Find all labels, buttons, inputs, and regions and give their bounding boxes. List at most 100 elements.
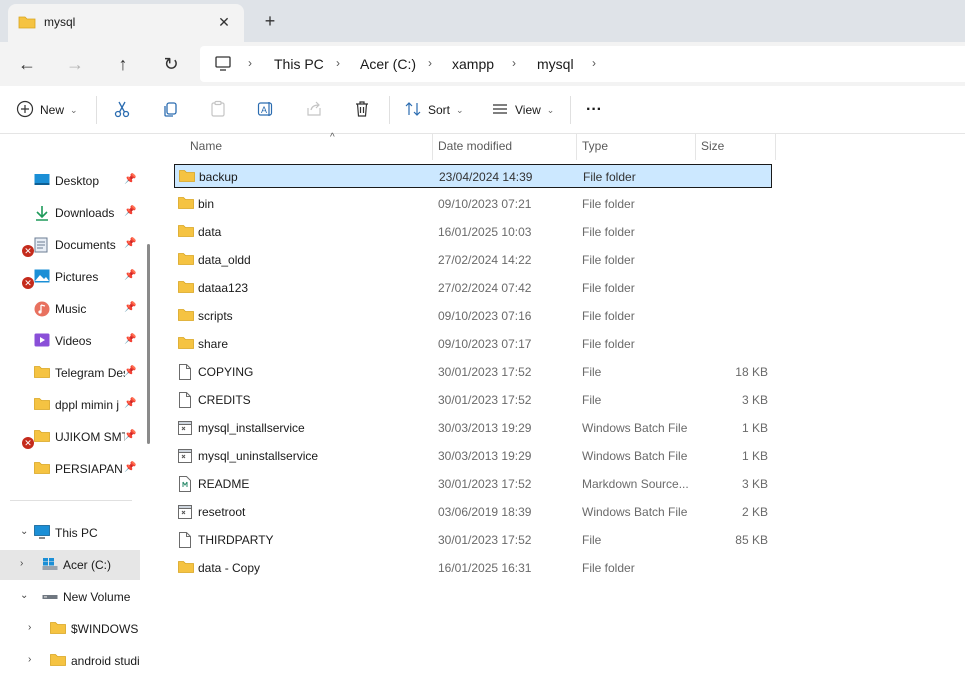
sidebar-item-label: UJIKOM SMT xyxy=(55,430,125,444)
sort-ascending-icon: ^ xyxy=(330,132,335,143)
sidebar-item-dppl-mimin[interactable]: dppl mimin j 📌 xyxy=(0,390,140,420)
sidebar-item-telegram-desktop[interactable]: Telegram Desktop 📌 xyxy=(0,358,140,388)
chevron-down-icon: ⌄ xyxy=(70,104,78,115)
breadcrumb-xampp[interactable]: xampp xyxy=(452,56,494,72)
file-date-modified: 09/10/2023 07:21 xyxy=(438,197,532,211)
breadcrumb-separator: › xyxy=(248,56,252,70)
file-date-modified: 30/01/2023 17:52 xyxy=(438,365,532,379)
file-size: 1 KB xyxy=(741,421,768,435)
sidebar-item-persiapan[interactable]: PERSIAPAN U 📌 xyxy=(0,454,140,484)
file-row-resetroot[interactable]: resetroot 03/06/2019 18:39 Windows Batch F… xyxy=(174,500,772,524)
rename-button[interactable]: A xyxy=(257,98,275,122)
file-date-modified: 30/03/2013 19:29 xyxy=(438,449,532,463)
file-row-mysql-installservice[interactable]: mysql_installservice 30/03/2013 19:29 Wind… xyxy=(174,416,772,440)
pin-icon: 📌 xyxy=(124,366,137,377)
sidebar-item-label: PERSIAPAN U xyxy=(55,462,125,476)
sidebar-item-pictures[interactable]: ✕ Pictures 📌 xyxy=(0,262,140,292)
file-size: 3 KB xyxy=(741,477,768,491)
file-row-bin[interactable]: bin 09/10/2023 07:21 File folder xyxy=(174,192,772,216)
sidebar-item-desktop[interactable]: Desktop 📌 xyxy=(0,166,140,196)
file-row-data[interactable]: data 16/01/2025 10:03 File folder xyxy=(174,220,772,244)
delete-button[interactable] xyxy=(353,98,371,122)
sidebar-item-downloads[interactable]: Downloads 📌 xyxy=(0,198,140,228)
file-row-backup[interactable]: backup 23/04/2024 14:39 File folder xyxy=(174,164,772,188)
file-size: 18 KB xyxy=(735,365,768,379)
copy-icon xyxy=(161,100,179,121)
column-header-size[interactable]: Size xyxy=(695,134,775,160)
file-name: resetroot xyxy=(198,505,246,519)
drive-icon xyxy=(42,589,58,606)
breadcrumb-acer-c[interactable]: Acer (C:) xyxy=(360,56,416,72)
file-name: CREDITS xyxy=(198,393,251,407)
sidebar-item-music[interactable]: Music 📌 xyxy=(0,294,140,324)
new-label: New xyxy=(40,103,65,117)
sidebar-item-label: Desktop xyxy=(55,174,100,188)
forward-button[interactable]: → xyxy=(61,50,89,78)
new-button[interactable]: New ⌄ xyxy=(16,98,78,122)
file-row-readme[interactable]: README 30/01/2023 17:52 Markdown Source...… xyxy=(174,472,772,496)
tab-mysql[interactable]: mysql ✕ xyxy=(8,4,244,42)
refresh-button[interactable]: ↻ xyxy=(157,50,185,78)
file-row-data-copy[interactable]: data - Copy 16/01/2025 16:31 File folder xyxy=(174,556,772,580)
sidebar-item-android-studio[interactable]: › android studio xyxy=(0,646,140,676)
close-tab-icon[interactable]: ✕ xyxy=(214,12,234,32)
new-tab-button[interactable]: + xyxy=(260,11,280,31)
column-header-label: Type xyxy=(582,139,609,153)
column-header-label: Name xyxy=(190,139,223,153)
file-name: dataa123 xyxy=(198,281,249,295)
file-row-data-oldd[interactable]: data_oldd 27/02/2024 14:22 File folder xyxy=(174,248,772,272)
column-header-label: Size xyxy=(701,139,725,153)
paste-button[interactable] xyxy=(209,98,227,122)
file-row-copying[interactable]: COPYING 30/01/2023 17:52 File 18 KB xyxy=(174,360,772,384)
file-name: bin xyxy=(198,197,215,211)
error-icon: ✕ xyxy=(22,277,34,289)
file-row-thirdparty[interactable]: THIRDPARTY 30/01/2023 17:52 File 85 KB xyxy=(174,528,772,552)
trash-icon xyxy=(353,100,371,121)
sidebar-item-this-pc[interactable]: ⌄ This PC xyxy=(0,518,140,548)
address-bar[interactable]: › This PC › Acer (C:) › xampp › mysql › xyxy=(200,46,965,82)
file-row-scripts[interactable]: scripts 09/10/2023 07:16 File folder xyxy=(174,304,772,328)
file-row-mysql-uninstallservice[interactable]: mysql_uninstallservice 30/03/2013 19:29 Wi… xyxy=(174,444,772,468)
sidebar-item-new-volume[interactable]: ⌄ New Volume (D:) xyxy=(0,582,140,612)
breadcrumb-separator: › xyxy=(512,56,516,70)
folder-icon xyxy=(178,308,194,324)
sort-button[interactable]: Sort ⌄ xyxy=(404,98,464,122)
sidebar-item-ujikom-smt[interactable]: ✕ UJIKOM SMT 📌 xyxy=(0,422,140,452)
sidebar-item-documents[interactable]: ✕ Documents 📌 xyxy=(0,230,140,260)
folder-icon xyxy=(178,196,194,212)
file-size: 85 KB xyxy=(735,533,768,547)
chevron-down-icon: ⌄ xyxy=(456,104,464,115)
file-name: scripts xyxy=(198,309,233,323)
sidebar-item-label: Telegram Desktop xyxy=(55,366,125,380)
up-button[interactable]: ↑ xyxy=(109,50,137,78)
view-button[interactable]: View ⌄ xyxy=(491,98,554,122)
sidebar-item-windows-bt[interactable]: › $WINDOWS.~BT xyxy=(0,614,140,644)
sidebar-item-videos[interactable]: Videos 📌 xyxy=(0,326,140,356)
batch-file-icon xyxy=(178,420,192,439)
column-header-name[interactable]: Name ^ xyxy=(184,132,432,160)
copy-button[interactable] xyxy=(161,98,179,122)
column-header-date[interactable]: Date modified xyxy=(432,134,576,160)
folder-icon xyxy=(178,336,194,352)
column-header-type[interactable]: Type xyxy=(576,134,695,160)
back-button[interactable]: ← xyxy=(13,50,41,78)
cut-button[interactable] xyxy=(113,98,131,122)
sidebar-item-acer-c[interactable]: › Acer (C:) xyxy=(0,550,140,580)
share-button[interactable] xyxy=(305,98,323,122)
column-divider[interactable] xyxy=(775,134,776,160)
more-options-button[interactable]: ··· xyxy=(586,98,602,122)
breadcrumb-mysql[interactable]: mysql xyxy=(537,56,574,72)
sidebar-scrollbar[interactable] xyxy=(147,244,150,444)
file-row-dataa123[interactable]: dataa123 27/02/2024 07:42 File folder xyxy=(174,276,772,300)
file-type: File folder xyxy=(582,561,635,575)
pin-icon: 📌 xyxy=(124,270,137,281)
sidebar-item-label: Pictures xyxy=(55,270,99,284)
music-icon xyxy=(34,301,50,320)
file-row-credits[interactable]: CREDITS 30/01/2023 17:52 File 3 KB xyxy=(174,388,772,412)
file-row-share[interactable]: share 09/10/2023 07:17 File folder xyxy=(174,332,772,356)
folder-icon xyxy=(34,397,50,413)
file-date-modified: 30/01/2023 17:52 xyxy=(438,477,532,491)
breadcrumb-this-pc[interactable]: This PC xyxy=(274,56,324,72)
sidebar-item-label: dppl mimin j xyxy=(55,398,120,412)
sidebar-item-label: $WINDOWS.~BT xyxy=(71,622,139,636)
